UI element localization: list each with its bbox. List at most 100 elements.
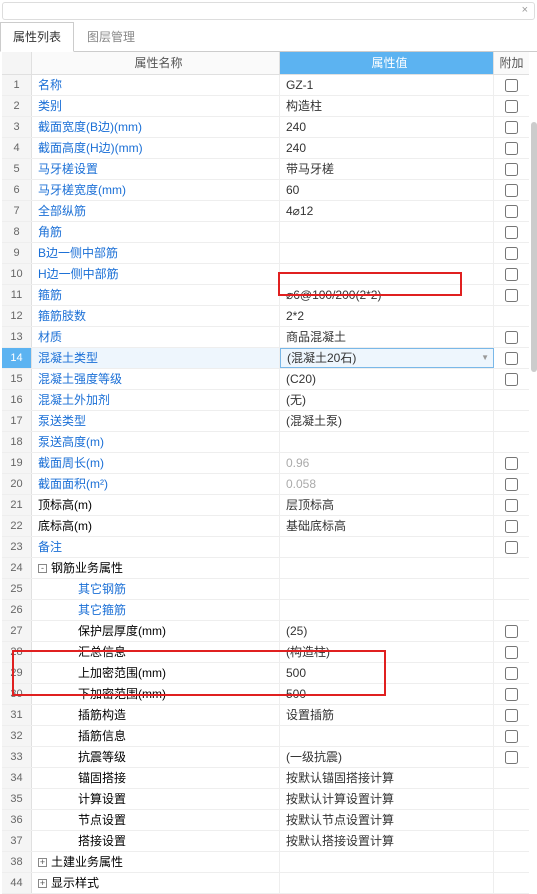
grid-row[interactable]: 23备注	[2, 537, 529, 558]
property-name[interactable]: 底标高(m)	[32, 516, 280, 536]
property-name[interactable]: 混凝土类型	[32, 348, 280, 368]
property-value[interactable]	[280, 264, 494, 284]
expand-toggle-icon[interactable]: +	[38, 858, 47, 867]
grid-row[interactable]: 31插筋构造设置插筋	[2, 705, 529, 726]
property-name[interactable]: 马牙槎宽度(mm)	[32, 180, 280, 200]
grid-row[interactable]: 38+土建业务属性	[2, 852, 529, 873]
extra-checkbox[interactable]	[505, 751, 518, 764]
grid-row[interactable]: 7全部纵筋4⌀12	[2, 201, 529, 222]
property-value[interactable]: (混凝土泵)	[280, 411, 494, 431]
extra-checkbox[interactable]	[505, 688, 518, 701]
property-value[interactable]: 240	[280, 117, 494, 137]
property-value[interactable]: 构造柱	[280, 96, 494, 116]
property-name[interactable]: 抗震等级	[32, 747, 280, 767]
grid-row[interactable]: 33抗震等级(一级抗震)	[2, 747, 529, 768]
extra-checkbox[interactable]	[505, 247, 518, 260]
property-name[interactable]: 插筋构造	[32, 705, 280, 725]
grid-row[interactable]: 19截面周长(m)0.96	[2, 453, 529, 474]
property-name[interactable]: 混凝土外加剂	[32, 390, 280, 410]
grid-row[interactable]: 18泵送高度(m)	[2, 432, 529, 453]
property-name[interactable]: 角筋	[32, 222, 280, 242]
grid-row[interactable]: 36节点设置按默认节点设置计算	[2, 810, 529, 831]
property-name[interactable]: 马牙槎设置	[32, 159, 280, 179]
extra-checkbox[interactable]	[505, 646, 518, 659]
property-name[interactable]: 其它钢筋	[32, 579, 280, 599]
expand-toggle-icon[interactable]: -	[38, 564, 47, 573]
property-value[interactable]: 设置插筋	[280, 705, 494, 725]
property-value[interactable]: 按默认计算设置计算	[280, 789, 494, 809]
property-value[interactable]: 按默认锚固搭接计算	[280, 768, 494, 788]
extra-checkbox[interactable]	[505, 730, 518, 743]
grid-row[interactable]: 28汇总信息(构造柱)	[2, 642, 529, 663]
property-value[interactable]: GZ-1	[280, 75, 494, 95]
grid-row[interactable]: 27保护层厚度(mm)(25)	[2, 621, 529, 642]
property-value[interactable]: 500	[280, 663, 494, 683]
grid-row[interactable]: 25其它钢筋	[2, 579, 529, 600]
grid-row[interactable]: 20截面面积(m²)0.058	[2, 474, 529, 495]
property-name[interactable]: 名称	[32, 75, 280, 95]
property-name[interactable]: 截面高度(H边)(mm)	[32, 138, 280, 158]
extra-checkbox[interactable]	[505, 352, 518, 365]
header-value[interactable]: 属性值	[280, 52, 494, 74]
property-value[interactable]: 基础底标高	[280, 516, 494, 536]
property-value[interactable]: 0.96	[280, 453, 494, 473]
extra-checkbox[interactable]	[505, 667, 518, 680]
property-name[interactable]: 汇总信息	[32, 642, 280, 662]
extra-checkbox[interactable]	[505, 373, 518, 386]
grid-row[interactable]: 15混凝土强度等级(C20)	[2, 369, 529, 390]
tab-layer-manage[interactable]: 图层管理	[74, 22, 148, 51]
property-name[interactable]: 上加密范围(mm)	[32, 663, 280, 683]
grid-row[interactable]: 29上加密范围(mm)500	[2, 663, 529, 684]
grid-row[interactable]: 10H边一侧中部筋	[2, 264, 529, 285]
grid-row[interactable]: 11箍筋⌀6@100/200(2*2)	[2, 285, 529, 306]
grid-row[interactable]: 30下加密范围(mm)500	[2, 684, 529, 705]
property-value[interactable]	[280, 852, 494, 872]
property-value[interactable]: (一级抗震)	[280, 747, 494, 767]
grid-row[interactable]: 14混凝土类型(混凝土20石)▼	[2, 348, 529, 369]
grid-row[interactable]: 37搭接设置按默认搭接设置计算	[2, 831, 529, 852]
property-value[interactable]	[280, 579, 494, 599]
property-name[interactable]: 材质	[32, 327, 280, 347]
extra-checkbox[interactable]	[505, 289, 518, 302]
property-value[interactable]: 500	[280, 684, 494, 704]
grid-row[interactable]: 16混凝土外加剂(无)	[2, 390, 529, 411]
property-value[interactable]	[280, 243, 494, 263]
property-name[interactable]: 截面周长(m)	[32, 453, 280, 473]
grid-row[interactable]: 24-钢筋业务属性	[2, 558, 529, 579]
extra-checkbox[interactable]	[505, 79, 518, 92]
extra-checkbox[interactable]	[505, 226, 518, 239]
scrollbar-vertical[interactable]	[531, 122, 537, 372]
close-icon[interactable]: ×	[522, 4, 528, 16]
property-value[interactable]: ⌀6@100/200(2*2)	[280, 285, 494, 305]
grid-row[interactable]: 35计算设置按默认计算设置计算	[2, 789, 529, 810]
property-name[interactable]: 全部纵筋	[32, 201, 280, 221]
property-value[interactable]	[280, 432, 494, 452]
property-value[interactable]	[280, 222, 494, 242]
property-name[interactable]: 泵送类型	[32, 411, 280, 431]
chevron-down-icon[interactable]: ▼	[481, 348, 489, 368]
property-name[interactable]: 截面面积(m²)	[32, 474, 280, 494]
grid-row[interactable]: 12箍筋肢数2*2	[2, 306, 529, 327]
extra-checkbox[interactable]	[505, 499, 518, 512]
extra-checkbox[interactable]	[505, 205, 518, 218]
grid-row[interactable]: 44+显示样式	[2, 873, 529, 894]
grid-row[interactable]: 13材质商品混凝土	[2, 327, 529, 348]
property-name[interactable]: 搭接设置	[32, 831, 280, 851]
grid-row[interactable]: 5马牙槎设置带马牙槎	[2, 159, 529, 180]
property-value[interactable]: (构造柱)	[280, 642, 494, 662]
extra-checkbox[interactable]	[505, 541, 518, 554]
property-name[interactable]: 插筋信息	[32, 726, 280, 746]
property-name[interactable]: -钢筋业务属性	[32, 558, 280, 578]
property-name[interactable]: +土建业务属性	[32, 852, 280, 872]
grid-row[interactable]: 4截面高度(H边)(mm)240	[2, 138, 529, 159]
grid-row[interactable]: 17泵送类型(混凝土泵)	[2, 411, 529, 432]
grid-row[interactable]: 34锚固搭接按默认锚固搭接计算	[2, 768, 529, 789]
grid-row[interactable]: 2类别构造柱	[2, 96, 529, 117]
property-value[interactable]: 商品混凝土	[280, 327, 494, 347]
property-name[interactable]: H边一侧中部筋	[32, 264, 280, 284]
property-name[interactable]: +显示样式	[32, 873, 280, 893]
grid-row[interactable]: 3截面宽度(B边)(mm)240	[2, 117, 529, 138]
property-value[interactable]: (25)	[280, 621, 494, 641]
extra-checkbox[interactable]	[505, 331, 518, 344]
property-value[interactable]: 60	[280, 180, 494, 200]
